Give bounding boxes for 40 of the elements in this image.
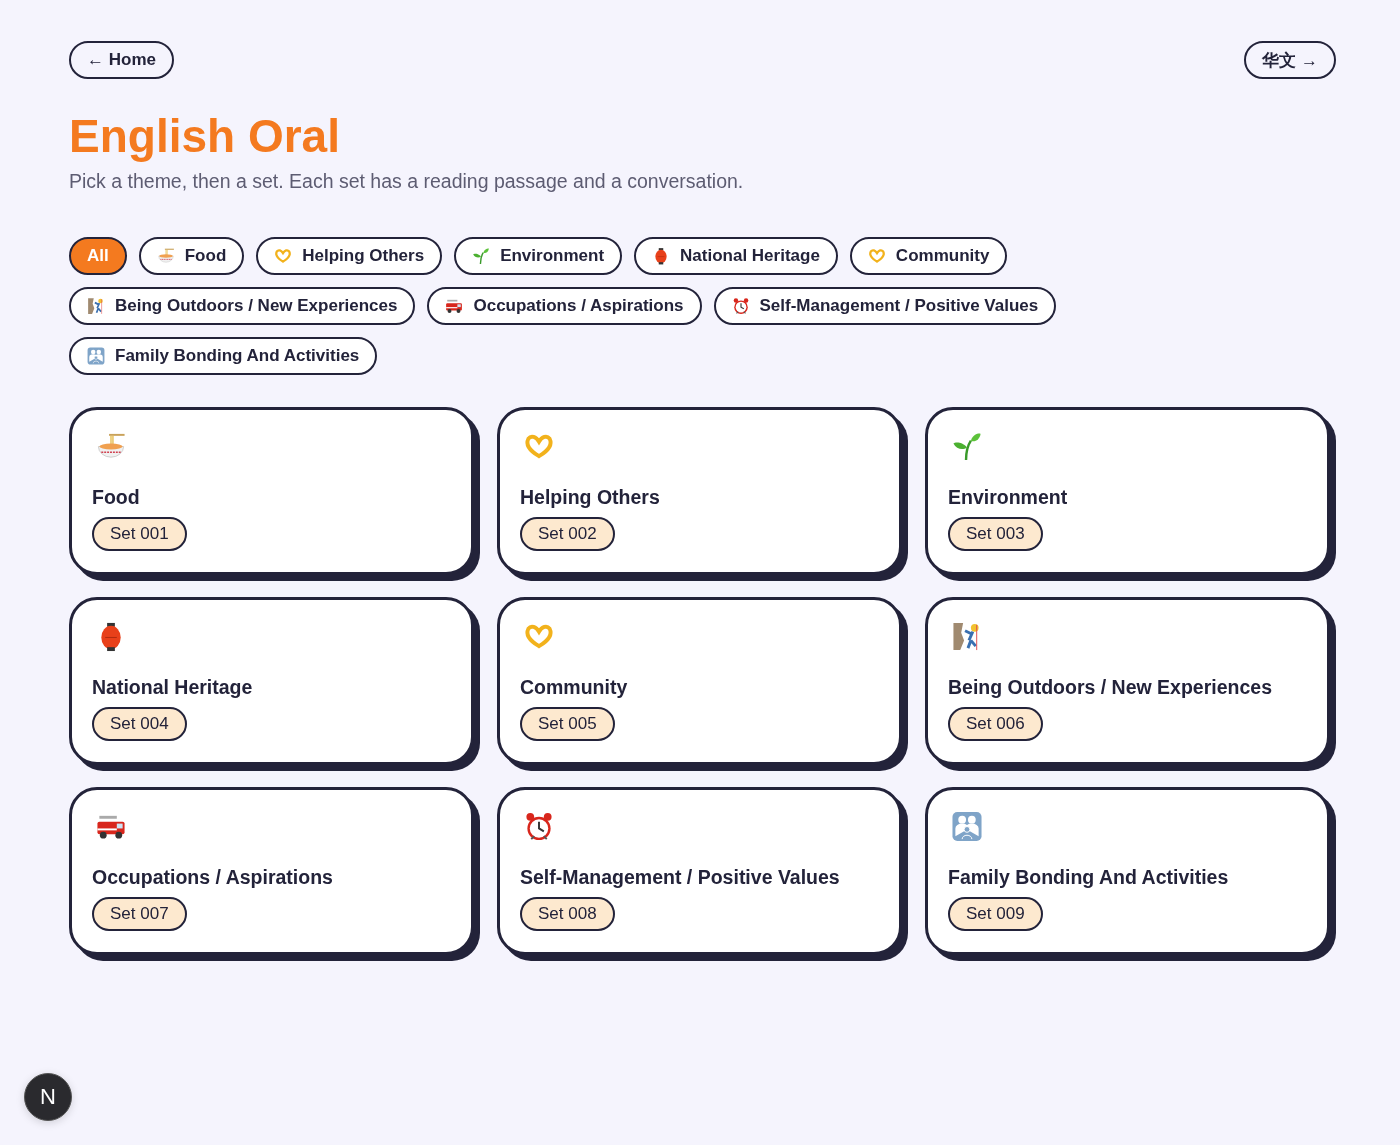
family-icon [87,347,105,366]
home-link[interactable]: ← Home [69,41,174,79]
set-button[interactable]: Set 002 [520,517,615,552]
theme-filter-chip[interactable]: Self-Management / Positive Values [713,287,1057,326]
alarm-clock-icon [731,297,750,316]
theme-title: Occupations / Aspirations [92,866,333,890]
theme-title: Helping Others [520,486,660,510]
theme-title: Community [520,676,628,700]
set-button[interactable]: Set 001 [92,517,187,552]
theme-title: Family Bonding And Activities [948,866,1229,890]
climber-icon [87,297,105,316]
heart-hands-icon [867,247,886,266]
theme-filter-chip[interactable]: Occupations / Aspirations [427,287,702,326]
set-button[interactable]: Set 008 [520,897,615,932]
theme-title: National Heritage [92,676,253,700]
theme-filter-chip[interactable]: Being Outdoors / New Experiences [69,287,416,326]
theme-title: Self-Management / Positive Values [520,866,840,890]
set-button[interactable]: Set 004 [92,707,187,742]
set-button[interactable]: Set 005 [520,707,615,742]
theme-filter-chip[interactable]: Family Bonding And Activities [69,337,378,376]
set-button[interactable]: Set 003 [948,517,1043,552]
theme-filter-chip[interactable]: Environment [454,237,623,276]
set-button[interactable]: Set 009 [948,897,1043,932]
fire-truck-icon [445,297,464,316]
noodle-bowl-icon [156,247,175,266]
theme-title: Environment [948,486,1068,510]
language-link[interactable]: 华文 → [1244,41,1336,79]
theme-filter-chip[interactable]: Food [138,237,245,276]
theme-filter-chip[interactable]: Community [849,237,1008,276]
dev-badge[interactable]: N [24,1073,72,1121]
page-subtitle: Pick a theme, then a set. Each set has a reading passage and a conversation. [69,170,745,194]
set-button[interactable]: Set 007 [92,897,187,932]
theme-title: Being Outdoors / New Experiences [948,676,1272,700]
page-title: English Oral [69,109,341,164]
sprout-icon [472,247,491,266]
theme-title: Food [92,486,140,510]
set-button[interactable]: Set 006 [948,707,1043,742]
heart-hands-icon [274,247,293,266]
theme-filter-chip[interactable]: National Heritage [634,237,838,276]
theme-filter-chip[interactable]: Helping Others [256,237,443,276]
